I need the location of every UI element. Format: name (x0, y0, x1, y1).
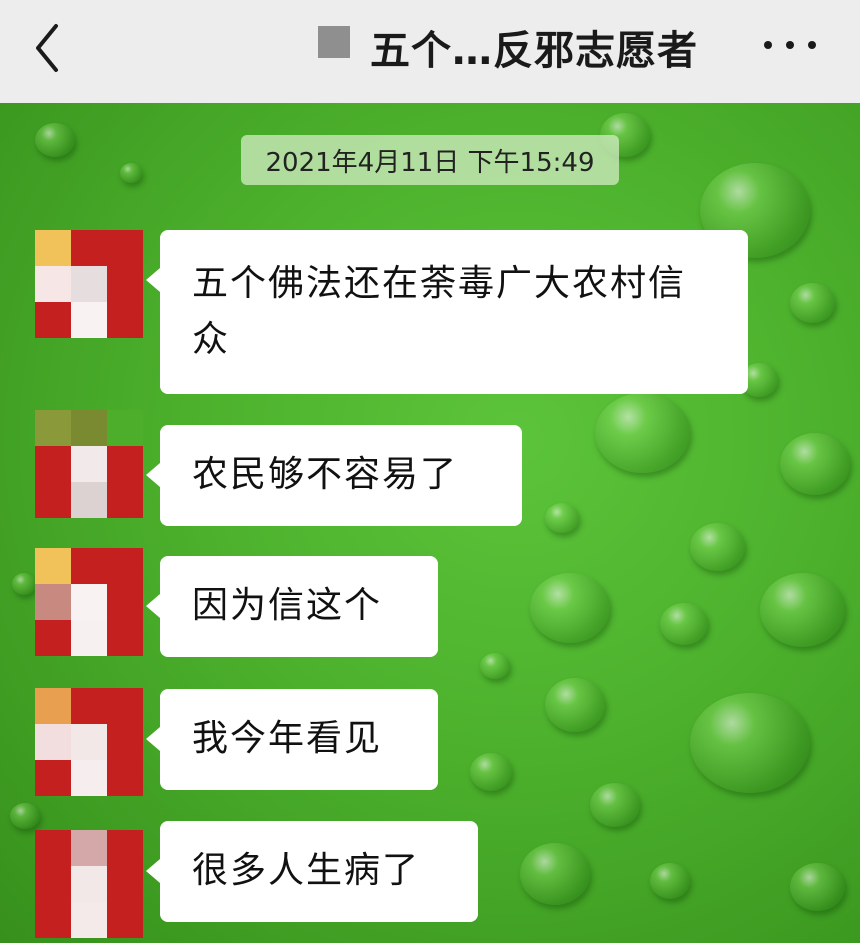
water-drop (545, 503, 579, 533)
water-drop (790, 863, 845, 911)
avatar[interactable] (35, 410, 143, 518)
avatar[interactable] (35, 230, 143, 338)
water-drop (690, 693, 810, 793)
chat-title: 五个…反邪志愿者 (318, 20, 698, 74)
more-dot (808, 41, 816, 49)
water-drop (480, 653, 510, 679)
avatar[interactable] (35, 830, 143, 938)
water-drop (120, 163, 142, 183)
water-drop (530, 573, 610, 643)
water-drop (545, 678, 605, 732)
avatar[interactable] (35, 688, 143, 796)
avatar[interactable] (35, 548, 143, 656)
message-bubble[interactable]: 农民够不容易了 (146, 425, 522, 526)
message-bubble[interactable]: 因为信这个 (146, 556, 438, 657)
message-text: 我今年看见 (192, 718, 383, 759)
message-timestamp: 2021年4月11日 下午15:49 (241, 135, 619, 185)
water-drop (760, 573, 845, 647)
more-dot (764, 41, 772, 49)
water-drop (650, 863, 690, 899)
message-bubble[interactable]: 我今年看见 (146, 689, 438, 790)
message-text: 很多人生病了 (192, 850, 421, 891)
message-text: 五个佛法还在荼毒广大农村信众 (192, 263, 687, 360)
more-button[interactable] (760, 30, 820, 60)
message-bubble[interactable]: 五个佛法还在荼毒广大农村信众 (146, 230, 748, 394)
water-drop (660, 603, 708, 645)
chat-header: 五个…反邪志愿者 (0, 0, 860, 103)
water-drop (10, 803, 40, 829)
back-button[interactable] (22, 18, 82, 78)
more-dot (786, 41, 794, 49)
water-drop (520, 843, 590, 905)
chat-title-text: 五个…反邪志愿者 (370, 28, 698, 74)
water-drop (12, 573, 36, 595)
chevron-left-icon (36, 24, 58, 72)
water-drop (590, 783, 640, 827)
message-text: 因为信这个 (192, 585, 383, 626)
water-drop (690, 523, 745, 571)
water-drop (470, 753, 512, 791)
message-bubble[interactable]: 很多人生病了 (146, 821, 478, 922)
group-avatar-placeholder (318, 26, 350, 58)
message-text: 农民够不容易了 (192, 454, 459, 495)
water-drop (595, 393, 690, 473)
water-drop (790, 283, 835, 323)
water-drop (35, 123, 75, 157)
water-drop (780, 433, 850, 495)
